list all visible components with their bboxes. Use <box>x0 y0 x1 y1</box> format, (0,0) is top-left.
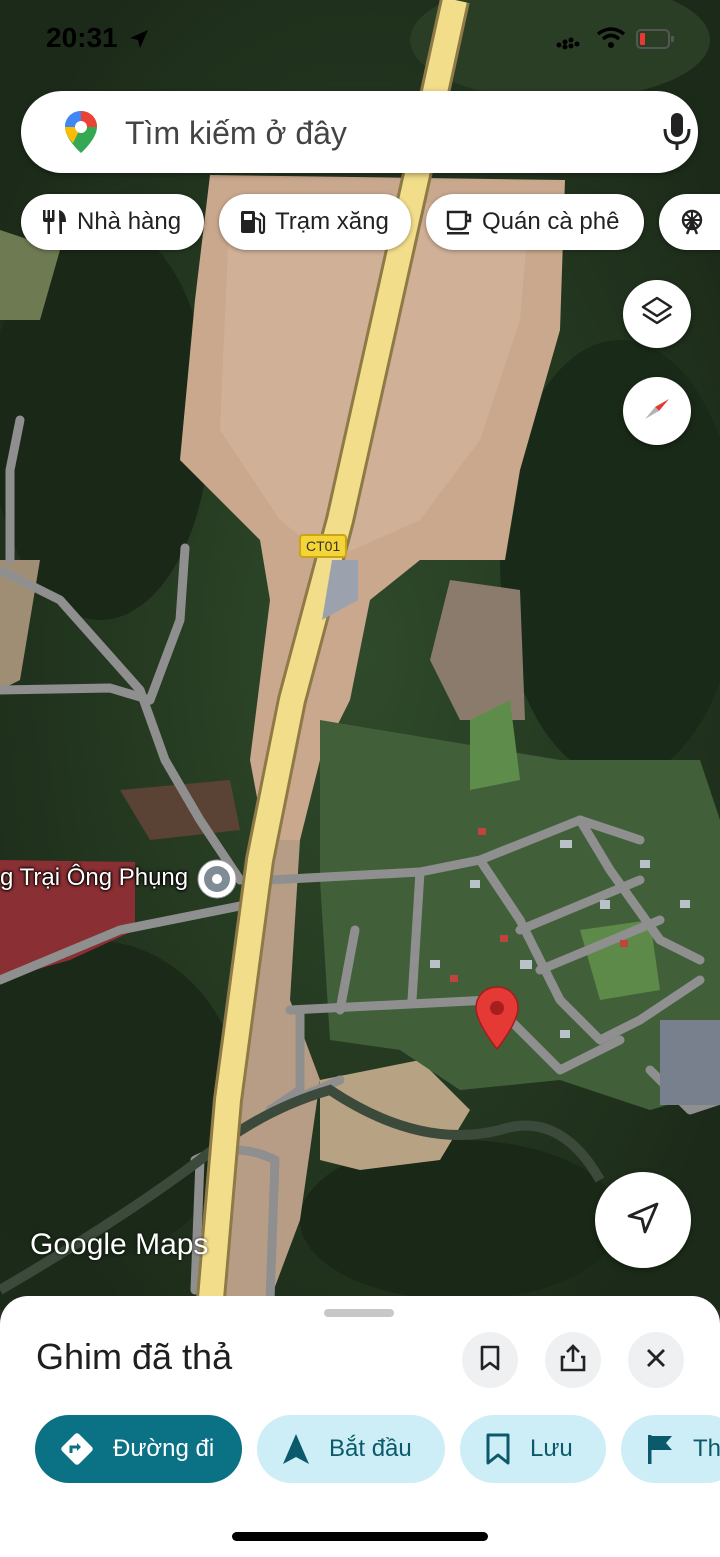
status-bar: 20:31 <box>0 0 720 80</box>
battery-icon <box>636 28 676 55</box>
search-placeholder[interactable]: Tìm kiếm ở đây <box>125 115 347 152</box>
road-shield-ct01: CT01 <box>299 534 348 558</box>
close-icon <box>644 1346 668 1375</box>
sheet-title: Ghim đã thả <box>36 1336 233 1377</box>
google-maps-logo-icon <box>63 109 99 160</box>
google-maps-watermark: Google Maps <box>30 1228 209 1261</box>
wifi-icon <box>596 26 626 55</box>
compass-icon <box>639 391 675 432</box>
microphone-icon[interactable] <box>661 111 693 158</box>
chip-label: Trạm xăng <box>275 208 389 235</box>
layers-icon <box>640 295 674 334</box>
compass-button[interactable] <box>623 377 691 445</box>
chip-label: Quán cà phê <box>482 208 620 235</box>
chip-gas-stations[interactable]: Trạm xăng <box>219 194 411 250</box>
directions-label: Đường đi <box>113 1435 215 1462</box>
navigation-arrow-outline-icon <box>625 1200 661 1241</box>
close-button[interactable] <box>628 1332 684 1388</box>
directions-button[interactable]: Đường đi <box>35 1415 242 1483</box>
bookmark-icon <box>477 1344 503 1377</box>
chip-attractions[interactable] <box>659 194 720 250</box>
chip-label: Nhà hàng <box>77 208 182 235</box>
save-action-button[interactable]: Lưu <box>460 1415 606 1483</box>
directions-icon <box>59 1431 95 1467</box>
bookmark-icon <box>484 1432 512 1466</box>
cellular-signal-icon <box>556 30 580 55</box>
label-action-label: Th <box>693 1435 720 1462</box>
start-button[interactable]: Bắt đầu <box>257 1415 445 1483</box>
share-icon <box>559 1343 587 1378</box>
chip-restaurants[interactable]: Nhà hàng <box>21 194 204 250</box>
start-label: Bắt đầu <box>329 1435 412 1462</box>
gas-station-icon <box>237 207 267 237</box>
location-arrow-icon <box>128 28 150 55</box>
restaurant-icon <box>39 207 69 237</box>
my-location-button[interactable] <box>595 1172 691 1268</box>
navigation-arrow-icon <box>281 1432 311 1466</box>
save-button[interactable] <box>462 1332 518 1388</box>
search-bar[interactable]: Tìm kiếm ở đây <box>21 91 698 173</box>
home-indicator[interactable] <box>232 1532 488 1541</box>
share-button[interactable] <box>545 1332 601 1388</box>
save-label: Lưu <box>530 1435 573 1462</box>
chip-cafes[interactable]: Quán cà phê <box>426 194 644 250</box>
sheet-drag-handle[interactable] <box>324 1309 394 1317</box>
place-label[interactable]: g Trại Ông Phụng <box>0 864 188 892</box>
coffee-icon <box>444 207 474 237</box>
label-button[interactable]: Th <box>621 1415 720 1483</box>
status-time: 20:31 <box>46 22 118 53</box>
category-chips: Nhà hàng Trạm xăng Quán cà phê <box>0 194 720 252</box>
attraction-icon <box>677 207 707 237</box>
layers-button[interactable] <box>623 280 691 348</box>
flag-icon <box>645 1432 675 1466</box>
place-bottom-sheet[interactable]: Ghim đã thả Đường đi Bắt đầu Lưu Th <box>0 1296 720 1557</box>
